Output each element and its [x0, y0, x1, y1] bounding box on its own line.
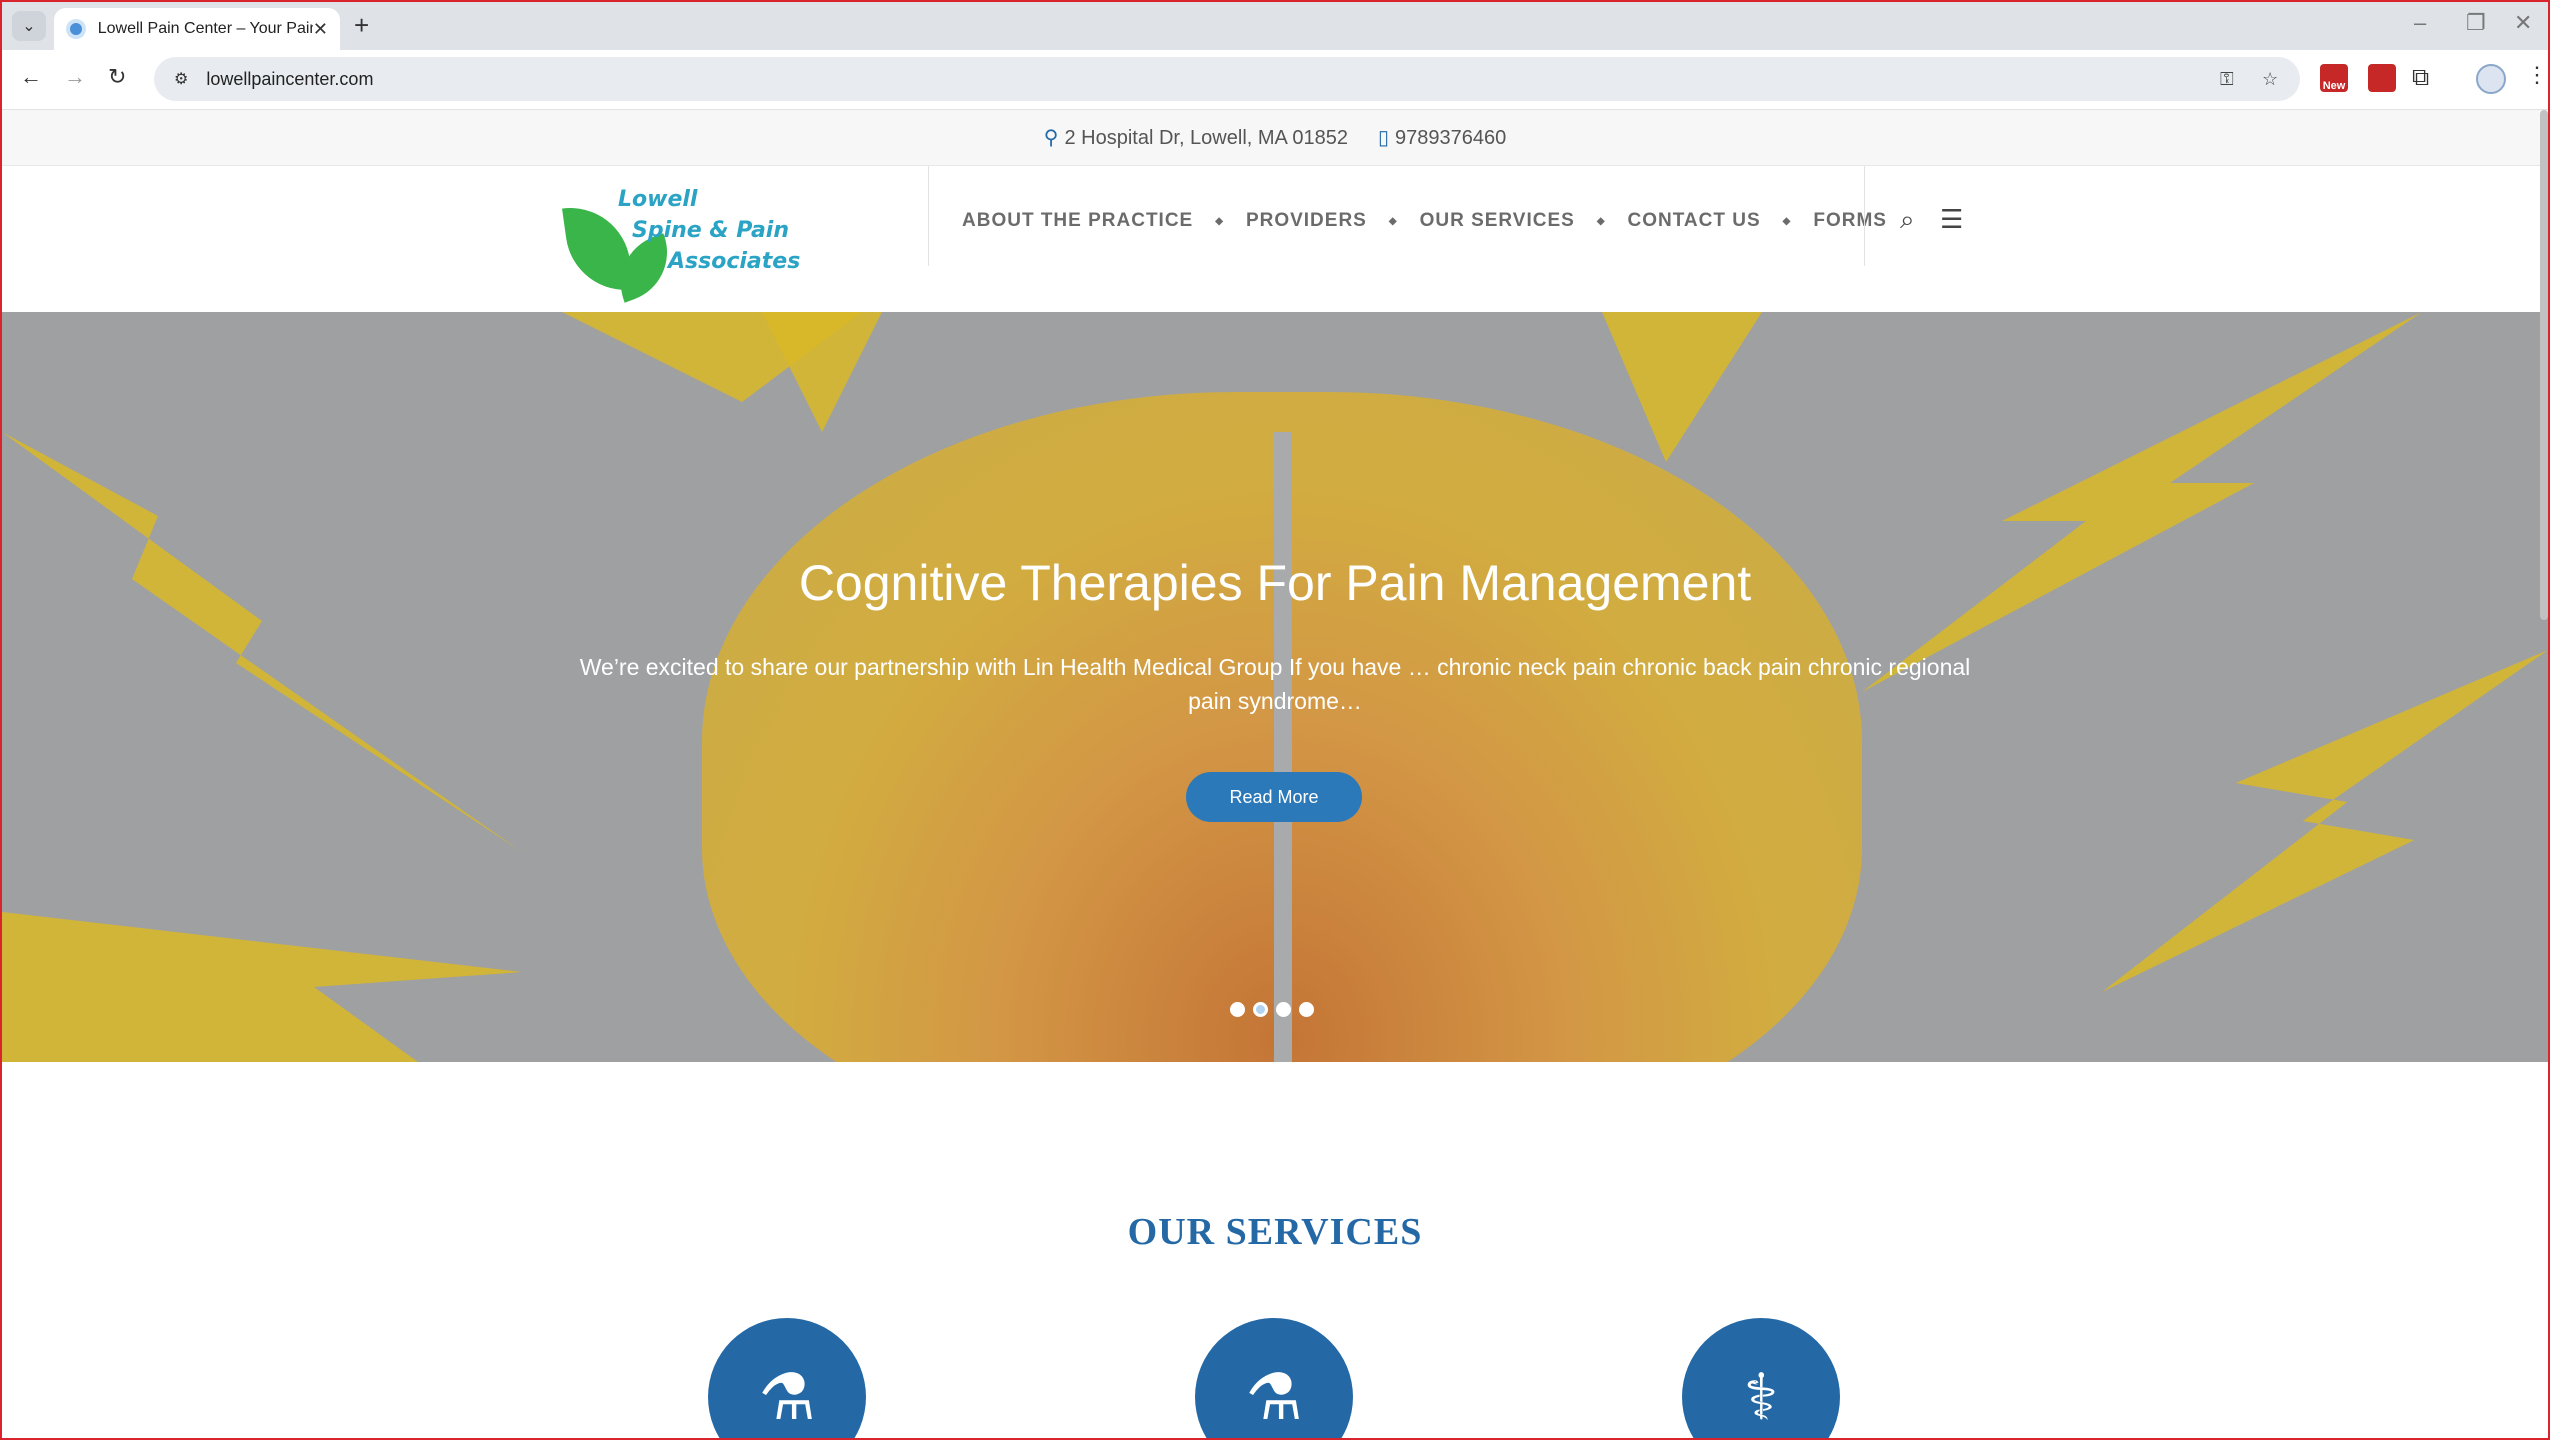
password-key-icon[interactable]: ⚿ — [2220, 69, 2234, 90]
nav-our-services[interactable]: OUR SERVICES — [1420, 210, 1575, 232]
lightning-bolt-graphic — [2, 912, 522, 1062]
lightning-bolt-graphic — [2, 432, 522, 852]
nav-separator: ◆ — [1388, 215, 1398, 227]
header-divider — [928, 166, 929, 266]
nav-separator: ◆ — [1215, 215, 1224, 227]
extension-badge: New — [2322, 80, 2346, 92]
reload-button[interactable]: ↻ — [108, 64, 126, 90]
forward-button[interactable]: → — [64, 64, 86, 90]
page-scrollbar[interactable] — [2540, 110, 2548, 620]
browser-toolbar: ← → ↻ ⚙ lowellpaincenter.com ⚿ ☆ New ⧉ ⋮ — [2, 50, 2548, 110]
site-logo[interactable]: Lowell Spine & Pain Associates — [562, 184, 800, 303]
nav-contact-us[interactable]: CONTACT US — [1628, 210, 1761, 232]
mortar-pestle-icon[interactable]: ⚗ — [708, 1318, 866, 1438]
hero-title: Cognitive Therapies For Pain Management — [798, 555, 1752, 611]
back-button[interactable]: ← — [20, 64, 42, 90]
minimize-window-button[interactable]: – — [2414, 10, 2426, 36]
url-text[interactable]: lowellpaincenter.com — [206, 69, 373, 90]
browser-menu-icon[interactable]: ⋮ — [2526, 62, 2548, 88]
read-more-button[interactable]: Read More — [1186, 772, 1362, 822]
hamburger-menu-icon[interactable]: ☰ — [1940, 204, 1963, 235]
site-info-icon[interactable]: ⚙ — [174, 69, 188, 89]
slider-dot-1[interactable] — [1230, 1002, 1245, 1017]
hero-slider: Cognitive Therapies For Pain Management … — [2, 312, 2548, 1062]
address-bar[interactable]: ⚙ lowellpaincenter.com ⚿ ☆ — [154, 57, 2300, 101]
mobile-phone-icon: ▯ — [1377, 127, 1389, 149]
web-page: ⚲ 2 Hospital Dr, Lowell, MA 01852 ▯ 978937… — [2, 110, 2548, 1438]
address-text: 2 Hospital Dr, Lowell, MA 01852 — [1064, 127, 1348, 149]
extension-pdf-icon[interactable] — [2368, 64, 2396, 92]
slider-dot-4[interactable] — [1299, 1002, 1314, 1017]
site-favicon-icon — [66, 19, 86, 39]
contact-bar: ⚲ 2 Hospital Dr, Lowell, MA 01852 ▯ 978937… — [2, 110, 2548, 166]
nav-providers[interactable]: PROVIDERS — [1246, 210, 1367, 232]
bookmark-star-icon[interactable]: ☆ — [2262, 69, 2278, 90]
profile-avatar[interactable] — [2476, 64, 2506, 94]
logo-line: Lowell — [618, 187, 698, 212]
lightning-bolt-graphic — [2102, 650, 2548, 992]
services-heading: OUR SERVICES — [1127, 1211, 1423, 1253]
close-window-button[interactable]: ✕ — [2514, 10, 2532, 36]
new-tab-button[interactable]: + — [354, 10, 369, 41]
tab-search-button[interactable]: ⌄ — [12, 11, 46, 41]
logo-line: Associates — [668, 249, 801, 274]
phone-text: 9789376460 — [1394, 127, 1507, 149]
restore-window-button[interactable]: ❐ — [2466, 10, 2486, 36]
lightning-bolt-graphic — [1862, 312, 2422, 692]
site-header: Lowell Spine & Pain Associates ABOUT THE… — [2, 166, 2548, 312]
logo-line: Spine & Pain — [632, 218, 789, 243]
nav-forms[interactable]: FORMS — [1813, 210, 1887, 232]
nav-separator: ◆ — [1596, 215, 1606, 227]
doctor-icon[interactable]: ⚕ — [1682, 1318, 1840, 1438]
nav-separator: ◆ — [1782, 215, 1792, 227]
logo-text: Lowell Spine & Pain Associates — [618, 184, 800, 277]
nav-about-the-practice[interactable]: ABOUT THE PRACTICE — [962, 210, 1193, 232]
slider-dot-3[interactable] — [1276, 1002, 1291, 1017]
hero-excerpt: We’re excited to share our partnership w… — [579, 654, 1971, 714]
tab-title: Lowell Pain Center – Your Pain... — [97, 20, 313, 37]
search-icon[interactable]: ⌕ — [1900, 204, 1915, 236]
slider-pagination — [1230, 1002, 1314, 1017]
extension-new-icon[interactable]: New — [2320, 64, 2348, 92]
lightning-bolt-graphic — [1602, 312, 1762, 462]
browser-tab-active[interactable]: Lowell Pain Center – Your Pain... ✕ — [54, 8, 340, 50]
phone-item[interactable]: ▯ 9789376460 — [1378, 125, 1506, 150]
slider-dot-2[interactable] — [1253, 1002, 1268, 1017]
header-divider — [1864, 166, 1865, 266]
address-item[interactable]: ⚲ 2 Hospital Dr, Lowell, MA 01852 — [1044, 125, 1348, 150]
main-navigation: ABOUT THE PRACTICE ◆ PROVIDERS ◆ OUR SER… — [962, 210, 1887, 232]
extensions-puzzle-icon[interactable]: ⧉ — [2412, 64, 2440, 92]
map-marker-icon: ⚲ — [1043, 127, 1059, 149]
tab-strip: ⌄ Lowell Pain Center – Your Pain... ✕ + … — [2, 2, 2548, 50]
mortar-pestle-icon[interactable]: ⚗ — [1195, 1318, 1353, 1438]
brain-divider-graphic — [1274, 432, 1292, 1062]
close-tab-icon[interactable]: ✕ — [313, 19, 328, 40]
browser-window: ⌄ Lowell Pain Center – Your Pain... ✕ + … — [0, 0, 2550, 1440]
